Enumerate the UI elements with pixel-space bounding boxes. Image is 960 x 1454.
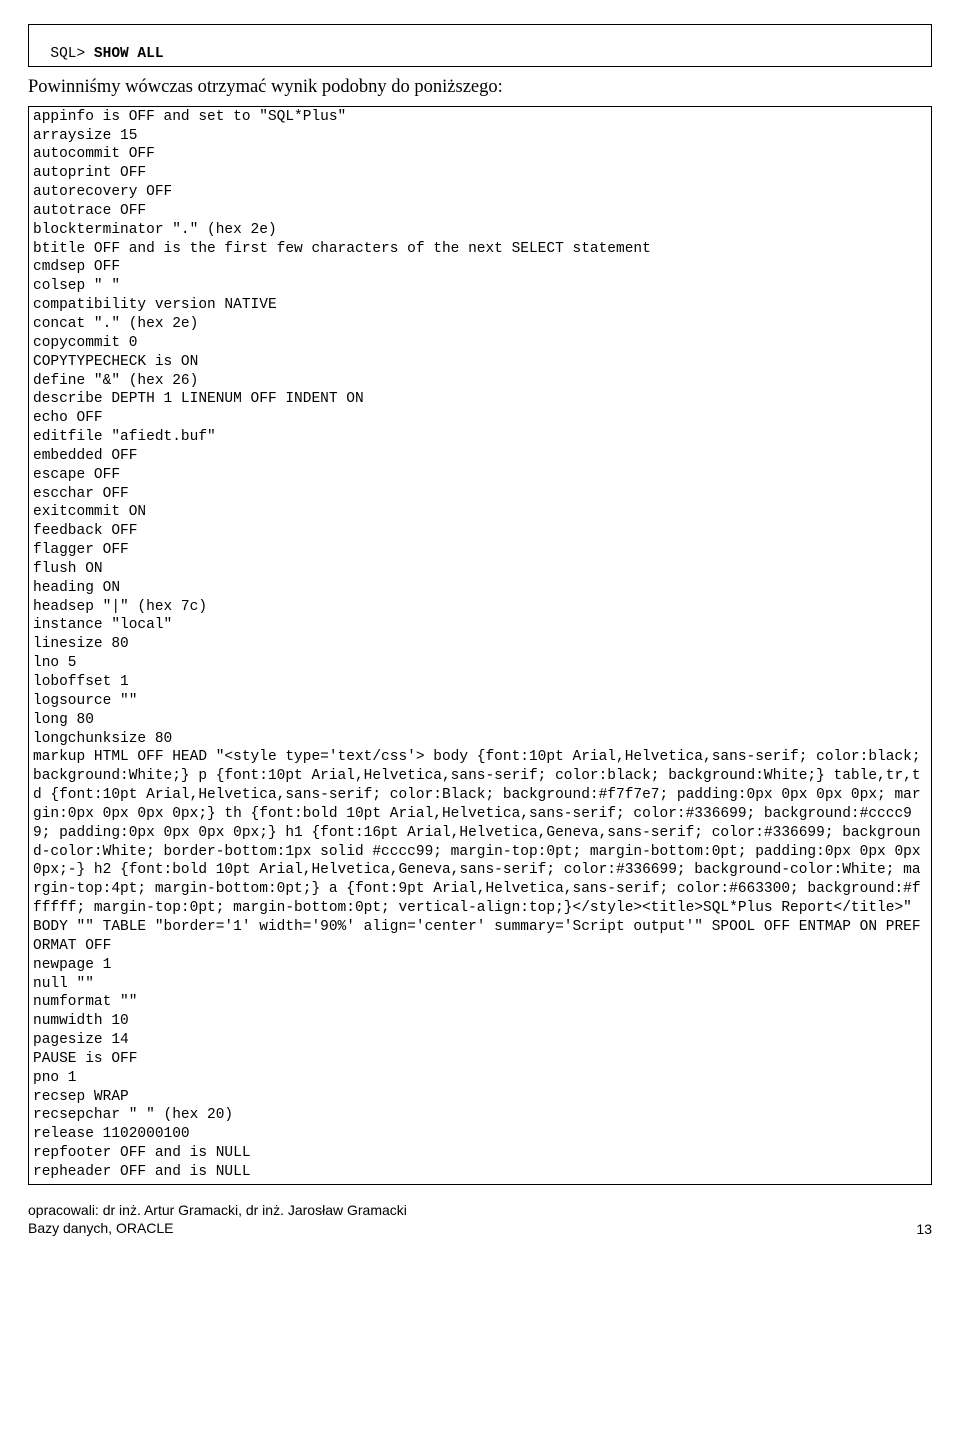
sql-prompt-command: SHOW ALL	[94, 46, 164, 62]
footer-page-number: 13	[916, 1221, 932, 1237]
footer-authors: opracowali: dr inż. Artur Gramacki, dr i…	[28, 1201, 407, 1219]
page-footer: opracowali: dr inż. Artur Gramacki, dr i…	[28, 1201, 932, 1237]
sql-prompt-prefix: SQL>	[50, 46, 94, 62]
footer-left: opracowali: dr inż. Artur Gramacki, dr i…	[28, 1201, 407, 1237]
intro-paragraph: Powinniśmy wówczas otrzymać wynik podobn…	[28, 77, 932, 98]
footer-course: Bazy danych, ORACLE	[28, 1219, 407, 1237]
output-box: appinfo is OFF and set to "SQL*Plus" arr…	[28, 106, 932, 1185]
sql-prompt-box: SQL> SHOW ALL	[28, 24, 932, 67]
